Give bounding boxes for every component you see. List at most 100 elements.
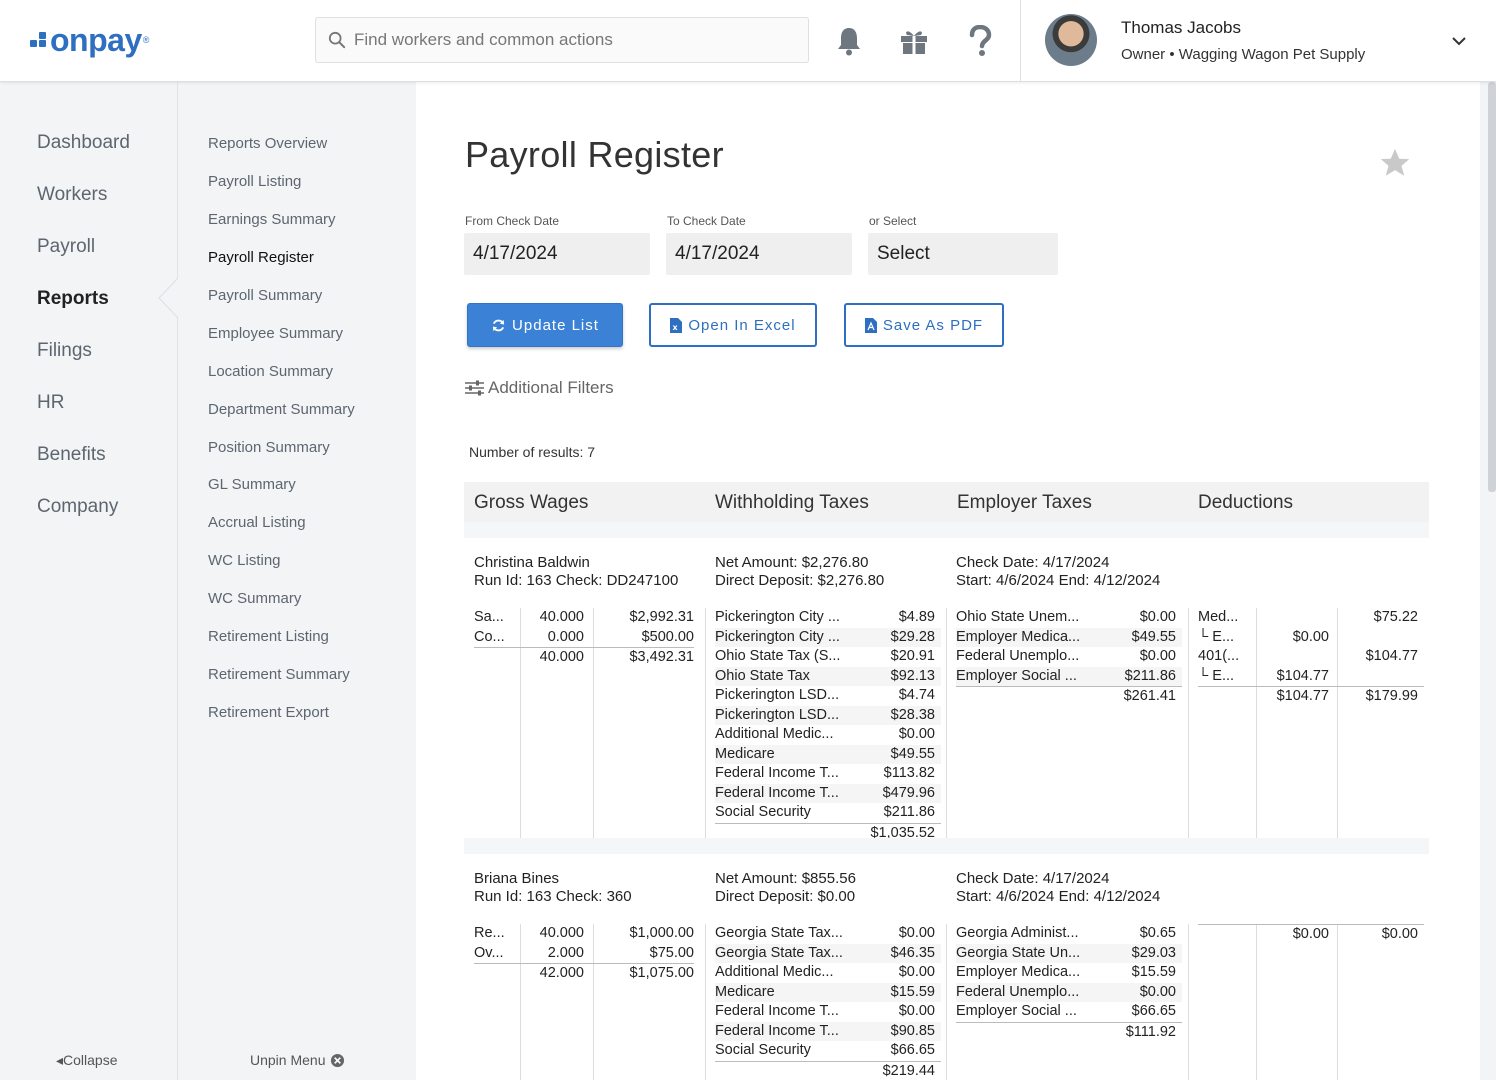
select-period-label: or Select bbox=[869, 214, 917, 228]
column-deductions: Deductions bbox=[1198, 492, 1294, 513]
employer-tax-amount: $211.86 bbox=[1124, 667, 1176, 684]
employer-tax-amount: $66.65 bbox=[1131, 1003, 1176, 1019]
withholding-name: Pickerington LSD... bbox=[715, 706, 840, 723]
employer-tax-amount: $0.00 bbox=[1139, 983, 1176, 1000]
run-check-info: Run Id: 163 Check: DD247100 bbox=[474, 572, 679, 589]
withholding-amount: $49.55 bbox=[890, 745, 935, 762]
employer-tax-name: Employer Social ... bbox=[956, 667, 1077, 684]
chevron-down-icon[interactable] bbox=[1448, 30, 1470, 52]
submenu-employee-summary[interactable]: Employee Summary bbox=[208, 325, 343, 342]
submenu-retirement-listing[interactable]: Retirement Listing bbox=[208, 628, 329, 645]
notifications-button[interactable] bbox=[832, 24, 866, 58]
nav-payroll[interactable]: Payroll bbox=[37, 236, 95, 258]
search-icon bbox=[328, 31, 346, 49]
submenu-position-summary[interactable]: Position Summary bbox=[208, 439, 330, 456]
update-list-button[interactable]: Update List bbox=[467, 303, 623, 347]
column-divider bbox=[1188, 608, 1189, 848]
row-separator bbox=[464, 522, 1429, 538]
submenu-payroll-listing[interactable]: Payroll Listing bbox=[208, 173, 301, 190]
withholding-name: Additional Medic... bbox=[715, 964, 834, 980]
earning-amount: $75.00 bbox=[649, 944, 694, 961]
submenu-wc-summary[interactable]: WC Summary bbox=[208, 590, 301, 607]
withholding-amount: $66.65 bbox=[890, 1042, 935, 1058]
submenu-accrual-listing[interactable]: Accrual Listing bbox=[208, 514, 306, 531]
employee-record: Christina Baldwin Run Id: 163 Check: DD24… bbox=[464, 538, 1429, 848]
submenu-gl-summary[interactable]: GL Summary bbox=[208, 476, 296, 493]
search-input[interactable] bbox=[354, 30, 774, 50]
nav-company[interactable]: Company bbox=[37, 496, 118, 518]
gross-total-hours: 42.000 bbox=[539, 965, 584, 981]
onpay-logo[interactable]: onpay ® bbox=[30, 20, 149, 60]
submenu-retirement-summary[interactable]: Retirement Summary bbox=[208, 666, 350, 683]
deduction-employer-total: $104.77 bbox=[1276, 688, 1329, 704]
employee-name[interactable]: Briana Bines bbox=[474, 870, 559, 888]
excel-file-icon: x bbox=[670, 317, 683, 333]
submenu-payroll-register[interactable]: Payroll Register bbox=[208, 249, 314, 266]
employer-tax-name: Federal Unemplo... bbox=[956, 983, 1080, 1000]
collapse-button[interactable]: ◂Collapse bbox=[56, 1052, 118, 1069]
check-date: Check Date: 4/17/2024 bbox=[956, 554, 1110, 571]
from-date-input[interactable]: 4/17/2024 bbox=[464, 233, 650, 275]
to-date-input[interactable]: 4/17/2024 bbox=[666, 233, 852, 275]
period-select[interactable]: Select bbox=[868, 233, 1058, 275]
column-divider bbox=[946, 608, 947, 848]
nav-dashboard[interactable]: Dashboard bbox=[37, 132, 130, 154]
submenu-payroll-summary[interactable]: Payroll Summary bbox=[208, 287, 322, 304]
open-in-excel-button[interactable]: x Open In Excel bbox=[649, 303, 817, 347]
main-scrollbar[interactable] bbox=[1488, 82, 1496, 492]
submenu-reports-overview[interactable]: Reports Overview bbox=[208, 135, 327, 152]
submenu-location-summary[interactable]: Location Summary bbox=[208, 363, 333, 380]
nav-reports[interactable]: Reports bbox=[37, 288, 109, 310]
withholding-name: Ohio State Tax bbox=[715, 667, 810, 684]
earning-amount: $500.00 bbox=[641, 628, 694, 645]
withholding-name: Medicare bbox=[715, 745, 775, 762]
help-button[interactable] bbox=[963, 24, 997, 58]
bell-icon bbox=[838, 28, 860, 56]
submenu-earnings-summary[interactable]: Earnings Summary bbox=[208, 211, 336, 228]
primary-sidebar: Dashboard Workers Payroll Reports Filing… bbox=[0, 82, 178, 1080]
column-divider bbox=[1256, 608, 1257, 848]
withholding-amount: $28.38 bbox=[890, 706, 935, 723]
submenu-wc-listing[interactable]: WC Listing bbox=[208, 552, 281, 569]
unpin-menu-button[interactable]: Unpin Menu bbox=[250, 1052, 345, 1068]
pay-period: Start: 4/6/2024 End: 4/12/2024 bbox=[956, 888, 1161, 905]
nav-hr[interactable]: HR bbox=[37, 392, 64, 414]
column-divider bbox=[593, 608, 594, 848]
net-amount: Net Amount: $2,276.80 bbox=[715, 554, 869, 571]
employer-tax-amount: $0.65 bbox=[1139, 925, 1176, 941]
withholding-name: Medicare bbox=[715, 983, 775, 1000]
search-box[interactable] bbox=[315, 17, 809, 63]
submenu-department-summary[interactable]: Department Summary bbox=[208, 401, 355, 418]
deduction-name: Med... bbox=[1198, 609, 1239, 625]
sliders-icon bbox=[465, 380, 484, 396]
user-name: Thomas Jacobs bbox=[1121, 18, 1241, 37]
withholding-amount: $4.74 bbox=[898, 687, 935, 703]
register-column-header: Gross Wages Withholding Taxes Employer T… bbox=[464, 482, 1429, 522]
nav-workers[interactable]: Workers bbox=[37, 184, 107, 206]
additional-filters-toggle[interactable]: Additional Filters bbox=[465, 378, 614, 398]
gifts-button[interactable] bbox=[897, 24, 931, 58]
user-avatar[interactable] bbox=[1045, 14, 1097, 66]
save-as-pdf-button[interactable]: Save As PDF bbox=[844, 303, 1004, 347]
favorite-star-icon[interactable] bbox=[1378, 146, 1412, 180]
deduction-employer-amount bbox=[1258, 647, 1329, 667]
withholding-name: Georgia State Tax... bbox=[715, 944, 843, 961]
deduction-employee-total: $0.00 bbox=[1381, 926, 1418, 942]
deduction-name: └ E... bbox=[1198, 667, 1235, 684]
header-divider bbox=[1020, 0, 1021, 82]
chevron-left-icon: ◂ bbox=[56, 1052, 64, 1068]
withholding-name: Federal Income T... bbox=[715, 784, 839, 801]
employer-tax-amount: $0.00 bbox=[1139, 609, 1176, 625]
earning-type: Sa... bbox=[474, 609, 504, 625]
employee-name[interactable]: Christina Baldwin bbox=[474, 554, 590, 572]
deduction-employee-amount bbox=[1339, 667, 1418, 687]
nav-benefits[interactable]: Benefits bbox=[37, 444, 106, 466]
employer-tax-amount: $29.03 bbox=[1131, 944, 1176, 961]
results-count: Number of results: 7 bbox=[469, 444, 596, 460]
employee-record: Briana Bines Run Id: 163 Check: 360 Net Am… bbox=[464, 854, 1429, 1080]
submenu-retirement-export[interactable]: Retirement Export bbox=[208, 704, 329, 721]
column-divider bbox=[1337, 608, 1338, 848]
withholding-name: Pickerington LSD... bbox=[715, 687, 840, 703]
direct-deposit: Direct Deposit: $2,276.80 bbox=[715, 572, 885, 589]
nav-filings[interactable]: Filings bbox=[37, 340, 92, 362]
